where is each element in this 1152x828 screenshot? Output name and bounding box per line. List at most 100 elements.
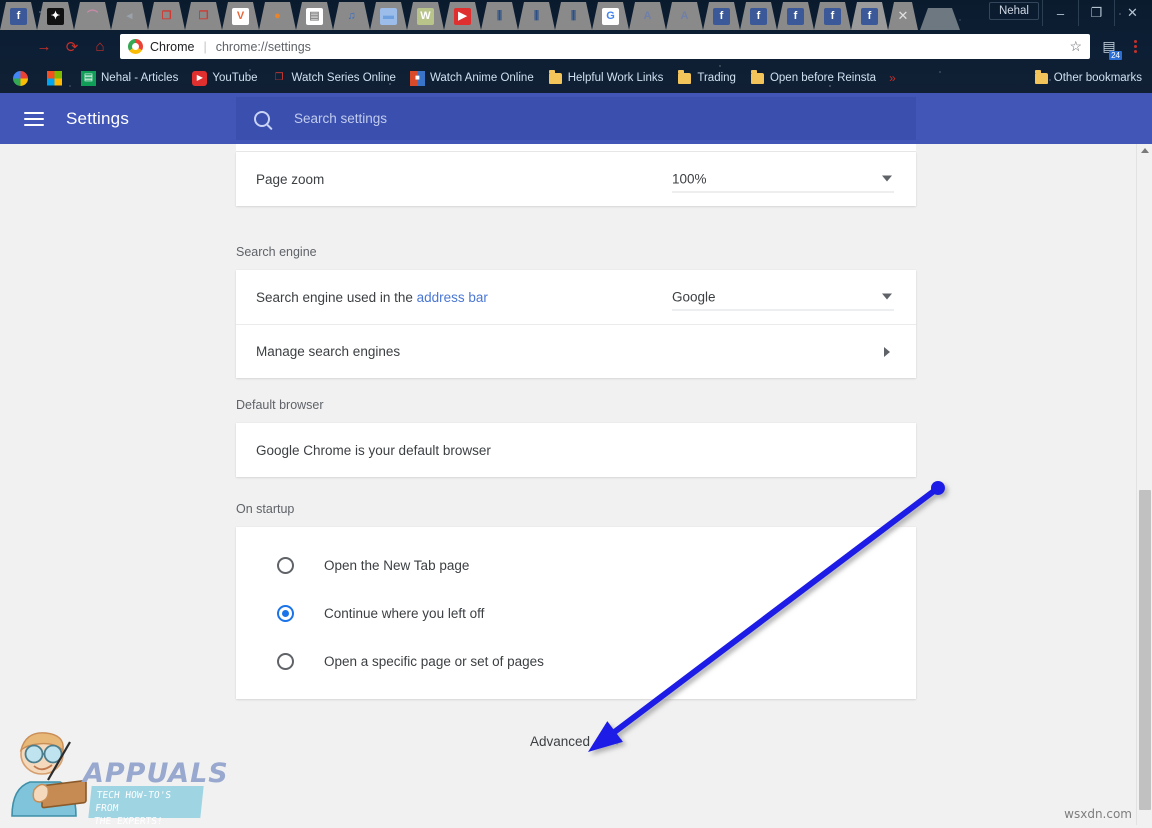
new-tab-button[interactable] <box>920 8 960 30</box>
source-watermark: wsxdn.com <box>1064 807 1132 821</box>
browser-tab[interactable]: ❐ <box>185 2 222 30</box>
browser-tab[interactable]: ⫼ <box>555 2 592 30</box>
firefox-icon: ● <box>269 8 286 25</box>
bookmark-item[interactable]: Helpful Work Links <box>541 67 671 89</box>
browser-tab[interactable]: V <box>222 2 259 30</box>
bookmark-item[interactable] <box>6 67 40 89</box>
browser-tab[interactable]: ✦ <box>37 2 74 30</box>
address-bar[interactable]: Chrome | chrome://settings ☆ <box>120 34 1090 59</box>
bookmark-item[interactable]: ■Watch Anime Online <box>403 67 541 89</box>
page-zoom-row[interactable]: Page zoom 100% <box>236 152 916 206</box>
forward-icon[interactable]: → <box>30 33 58 61</box>
page-title: Settings <box>66 109 129 129</box>
facebook-icon: f <box>713 8 730 25</box>
page-zoom-value: 100% <box>672 171 707 186</box>
bookmark-item[interactable] <box>40 67 74 89</box>
vertical-scrollbar[interactable] <box>1136 144 1152 825</box>
browser-tab[interactable]: f <box>814 2 851 30</box>
tab-close-button[interactable]: ✕ <box>888 2 918 30</box>
folder-icon <box>548 71 563 86</box>
restore-button[interactable]: ❐ <box>1078 0 1114 26</box>
home-icon[interactable]: ⌂ <box>86 33 114 61</box>
bookmark-item[interactable]: ▤Nehal - Articles <box>74 67 185 89</box>
browser-tab[interactable]: A <box>629 2 666 30</box>
search-engine-select[interactable]: Google <box>672 284 894 311</box>
search-engine-used-row[interactable]: Search engine used in the address bar Go… <box>236 270 916 324</box>
browser-tab[interactable]: A <box>666 2 703 30</box>
browser-tab[interactable]: ▬ <box>370 2 407 30</box>
bookmark-star-icon[interactable]: ☆ <box>1069 38 1082 55</box>
bookmark-item[interactable]: ▶YouTube <box>185 67 264 89</box>
browser-tab[interactable]: ◂ <box>111 2 148 30</box>
search-engine-value: Google <box>672 289 716 304</box>
chrome-menu-icon[interactable] <box>1124 33 1146 61</box>
search-icon <box>254 111 270 127</box>
browser-tab[interactable]: G <box>592 2 629 30</box>
browser-tab[interactable]: f <box>0 2 37 30</box>
browser-tab[interactable]: ▤ <box>296 2 333 30</box>
browser-tab[interactable]: ⌒ <box>74 2 111 30</box>
browser-tab[interactable]: ❐ <box>148 2 185 30</box>
bookmark-label: Watch Anime Online <box>430 72 534 84</box>
bookmark-label: Trading <box>697 72 736 84</box>
reload-icon[interactable]: ⟳ <box>58 33 86 61</box>
bookmark-item[interactable]: Open before Reinsta <box>743 67 883 89</box>
steam-icon: ✦ <box>47 8 64 25</box>
radio-checked-icon[interactable] <box>277 605 294 622</box>
browser-tab[interactable]: f <box>703 2 740 30</box>
letter-a-icon: A <box>676 8 693 25</box>
profile-name-button[interactable]: Nehal <box>989 2 1039 20</box>
startup-option-row[interactable]: Open a specific page or set of pages <box>236 637 916 685</box>
minimize-button[interactable]: – <box>1042 0 1078 26</box>
radio-unchecked-icon[interactable] <box>277 557 294 574</box>
search-settings-box[interactable]: Search settings <box>236 97 916 140</box>
close-button[interactable]: ✕ <box>1114 0 1150 26</box>
bookmark-label: Nehal - Articles <box>101 72 178 84</box>
browser-tab[interactable]: f <box>777 2 814 30</box>
hamburger-icon[interactable] <box>24 112 44 126</box>
browser-tab[interactable]: f <box>851 2 888 30</box>
google-icon <box>13 71 28 86</box>
document-icon: ❐ <box>272 71 287 86</box>
address-bar-link[interactable]: address bar <box>417 290 488 305</box>
chevron-down-icon <box>882 176 892 182</box>
radio-unchecked-icon[interactable] <box>277 653 294 670</box>
browser-tab[interactable]: ⫼ <box>518 2 555 30</box>
scroll-up-arrow-icon[interactable] <box>1141 148 1149 153</box>
page-zoom-select[interactable]: 100% <box>672 166 894 193</box>
bookmarks-overflow-icon[interactable]: » <box>883 71 902 85</box>
pdf-document-icon: ❐ <box>195 8 212 25</box>
chevron-right-icon <box>884 347 890 357</box>
browser-tab[interactable]: ♫ <box>333 2 370 30</box>
scrollbar-thumb[interactable] <box>1139 490 1151 810</box>
appuals-tagline: TECH HOW-TO'S FROM THE EXPERTS! <box>88 786 203 818</box>
extension-badge: 24 <box>1109 51 1122 60</box>
startup-option-label: Open the New Tab page <box>324 558 469 573</box>
chevron-down-icon <box>612 739 622 745</box>
window-controls: – ❐ ✕ <box>1042 0 1150 26</box>
search-input[interactable]: Search settings <box>294 111 387 126</box>
omnibox-url-text: chrome://settings <box>216 40 311 54</box>
page-zoom-label: Page zoom <box>256 172 324 187</box>
startup-option-row[interactable]: Continue where you left off <box>236 589 916 637</box>
browser-tab[interactable]: ● <box>259 2 296 30</box>
startup-option-row[interactable]: Open the New Tab page <box>236 541 916 589</box>
customize-fonts-row[interactable]: Customize fonts <box>236 144 916 152</box>
browser-tab[interactable]: W <box>407 2 444 30</box>
blue-rect-icon: ▬ <box>380 8 397 25</box>
folder-icon <box>677 71 692 86</box>
chrome-icon <box>128 39 143 54</box>
browser-tab[interactable]: ▶ <box>444 2 481 30</box>
bookmarks-bar: ▤Nehal - Articles▶YouTube ❐ Watch Series O… <box>0 63 1152 93</box>
browser-tab[interactable]: f <box>740 2 777 30</box>
other-bookmarks-folder[interactable]: Other bookmarks <box>1027 67 1152 89</box>
default-browser-status: Google Chrome is your default browser <box>256 443 491 458</box>
bookmark-item[interactable]: ❐ Watch Series Online <box>265 67 403 89</box>
browser-tab[interactable]: ⫼ <box>481 2 518 30</box>
appuals-tagline-line1: TECH HOW-TO'S FROM <box>95 789 198 815</box>
manage-search-engines-row[interactable]: Manage search engines <box>236 324 916 378</box>
bookmark-item[interactable]: Trading <box>670 67 743 89</box>
extension-icon[interactable]: ▤ 24 <box>1094 33 1124 61</box>
letter-a-icon: A <box>639 8 656 25</box>
bookmark-label: Watch Series Online <box>292 72 396 84</box>
